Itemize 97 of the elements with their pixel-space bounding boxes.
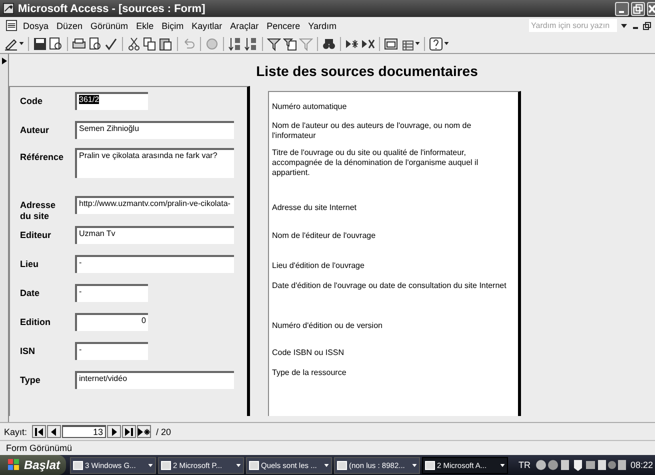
text-field[interactable]: 361/2	[75, 92, 148, 110]
window-title: Microsoft Access - [sources : Form]	[18, 2, 206, 14]
filter-form-icon[interactable]	[283, 36, 297, 50]
paste-icon[interactable]	[159, 36, 173, 50]
text-field[interactable]: Semen Zihnioğlu	[75, 121, 234, 139]
window-icon	[161, 460, 171, 470]
printer-icon[interactable]	[72, 36, 86, 50]
menu-item[interactable]: Görünüm	[90, 20, 128, 32]
dropdown-arrow-icon[interactable]	[19, 41, 24, 46]
dropdown-arrow-icon	[148, 464, 153, 466]
new-record-button[interactable]	[137, 425, 152, 438]
text-field[interactable]: internet/vidéo	[75, 371, 234, 389]
status-text: Form Görünümü	[6, 443, 72, 453]
menu-item[interactable]: Ekle	[136, 20, 154, 32]
form-icon	[6, 20, 17, 31]
binoculars-icon[interactable]	[322, 36, 336, 50]
close-icon	[648, 2, 655, 14]
menu-item[interactable]: Yardım	[308, 20, 336, 32]
field-label: Code	[20, 95, 44, 107]
window-icon	[73, 460, 83, 470]
minimize-button[interactable]	[615, 2, 629, 16]
field-label: Auteur	[20, 124, 50, 136]
description-text: Adresse du site Internet	[272, 203, 358, 214]
restore-icon[interactable]	[643, 22, 651, 30]
menu-item[interactable]: Dosya	[23, 20, 49, 32]
form-title: Liste des sources documentaires	[255, 63, 479, 79]
first-icon	[35, 428, 44, 436]
dropdown-arrow-icon	[500, 464, 505, 466]
text-field[interactable]: http://www.uzmantv.com/pralin-ve-cikolata-	[75, 196, 234, 214]
description-text: Lieu d'édition de l'ouvrage	[272, 261, 366, 272]
description-text: Date d'édition de l'ouvrage ou date de consultation du site Internet	[272, 281, 508, 292]
menu-item[interactable]: Düzen	[56, 20, 83, 32]
filter-selection-icon[interactable]	[267, 36, 281, 50]
text-field[interactable]: Pralin ve çikolata arasında ne fark var?	[75, 148, 234, 178]
field-label: Date	[20, 287, 41, 299]
previous-record-button[interactable]	[47, 425, 62, 438]
text-field[interactable]: Uzman Tv	[75, 226, 234, 244]
field-label: Lieu	[20, 258, 40, 270]
save-icon[interactable]	[33, 36, 47, 50]
description-text: Numéro automatique	[272, 102, 348, 113]
menu-item[interactable]: Pencere	[266, 20, 300, 32]
description-text: Code ISBN ou ISSN	[272, 348, 346, 359]
window-icon	[337, 460, 347, 470]
dropdown-arrow-icon	[412, 464, 417, 466]
key-icon	[3, 3, 14, 14]
field-label: Référence	[20, 151, 65, 163]
menu-item[interactable]: Araçlar	[230, 20, 259, 32]
sort-ascending-icon[interactable]	[228, 36, 242, 50]
text-field[interactable]: -	[75, 342, 148, 360]
language-indicator[interactable]: TR	[518, 460, 530, 470]
dropdown-arrow-icon[interactable]	[444, 41, 449, 46]
minimize-icon	[619, 10, 624, 12]
field-label: Editeur	[20, 229, 52, 241]
menu-item[interactable]: Biçim	[162, 20, 184, 32]
spelling-icon[interactable]	[104, 36, 118, 50]
restore-icon	[632, 2, 644, 14]
field-label: ISN	[20, 345, 36, 357]
next-icon	[110, 428, 118, 436]
description-text: Nom de l'auteur ou des auteurs de l'ouvrage, ou nom de l'informateur	[272, 121, 472, 142]
sort-descending-icon[interactable]	[244, 36, 258, 50]
description-text: Nom de l'éditeur de l'ouvrage	[272, 231, 377, 242]
print-preview-icon[interactable]	[88, 36, 102, 50]
current-record-icon	[2, 57, 6, 65]
help-icon[interactable]	[429, 36, 443, 50]
record-total: / 20	[156, 426, 172, 436]
dropdown-arrow-icon[interactable]	[621, 24, 627, 28]
restore-button[interactable]	[631, 2, 645, 16]
clock: 08:22	[630, 460, 653, 470]
previous-icon	[50, 428, 58, 436]
field-label: Type	[20, 374, 42, 386]
close-button[interactable]	[647, 2, 655, 16]
menu-item[interactable]: Kayıtlar	[192, 20, 222, 32]
text-field[interactable]: 0	[75, 313, 148, 331]
text-field[interactable]: -	[75, 284, 148, 302]
dropdown-arrow-icon	[236, 464, 241, 466]
field-label: Adresse du site	[20, 199, 57, 222]
windows-logo-icon	[8, 459, 20, 471]
new-record-icon	[138, 428, 150, 436]
help-search-field[interactable]: Yardım için soru yazın	[529, 19, 617, 32]
next-record-button[interactable]	[107, 425, 122, 438]
copy-icon[interactable]	[143, 36, 157, 50]
start-button[interactable]: Başlat	[0, 455, 66, 475]
dropdown-arrow-icon	[324, 464, 329, 466]
last-record-button[interactable]	[122, 425, 136, 438]
description-text: Type de la ressource	[272, 368, 348, 378]
last-icon	[125, 428, 134, 436]
record-number-field[interactable]: 13	[62, 425, 106, 438]
dropdown-arrow-icon[interactable]	[415, 41, 420, 46]
description-text: Numéro d'édition ou de version	[272, 321, 384, 332]
record-label: Kayıt:	[4, 426, 28, 436]
cut-icon[interactable]	[127, 36, 141, 50]
window-icon	[425, 460, 435, 470]
description-text: Titre de l'ouvrage ou du site ou qualité de l'informateur, accompagnée de la dénomination de l'organisme auquel il appartient.	[272, 148, 480, 179]
window-icon	[249, 460, 259, 470]
text-field[interactable]: -	[75, 255, 234, 273]
field-label: Edition	[20, 316, 52, 328]
first-record-button[interactable]	[32, 425, 46, 438]
